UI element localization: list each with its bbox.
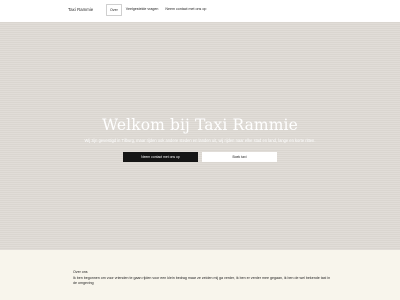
book-taxi-button[interactable]: Boek taxi: [202, 152, 277, 162]
hero-subtitle: Wij zijn gevestigd in Tilburg, maar rijd…: [84, 138, 316, 143]
hero-title: Welkom bij Taxi Rammie: [102, 116, 298, 134]
about-text: Ik ben begonnen om voor vrienden te gaan…: [73, 276, 331, 286]
nav-item-faq[interactable]: Veelgestelde vragen: [123, 4, 162, 16]
nav-item-contact[interactable]: Neem contact met ons op: [162, 4, 209, 16]
brand-logo-text[interactable]: Taxi Rammie: [68, 7, 93, 12]
nav-item-over[interactable]: Over: [106, 4, 122, 16]
site-header: Taxi Rammie Over Veelgestelde vragen Nee…: [0, 0, 400, 23]
contact-button[interactable]: Neem contact met ons op: [123, 152, 198, 162]
main-nav: Over Veelgestelde vragen Neem contact me…: [106, 4, 209, 16]
about-section: Over ons Ik ben begonnen om voor vriende…: [0, 250, 400, 300]
hero-section: Welkom bij Taxi Rammie Wij zijn gevestig…: [0, 22, 400, 250]
about-heading: Over ons: [73, 270, 88, 274]
